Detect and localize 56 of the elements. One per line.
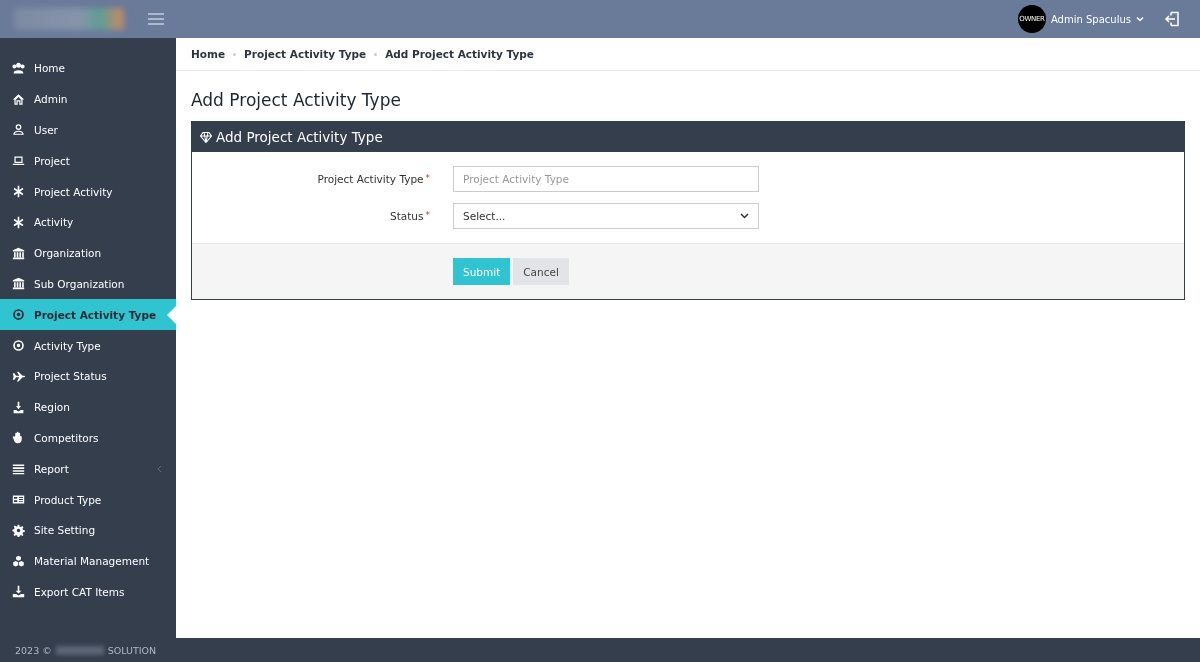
company-text: SOLUTION [107, 644, 157, 656]
sidebar-item[interactable]: Activity Type [0, 330, 176, 361]
field-label: Project Activity Type [317, 173, 424, 185]
sidebar-item[interactable]: Competitors [0, 422, 176, 454]
sidebar-item[interactable]: Admin [0, 83, 176, 115]
target-icon [12, 339, 25, 353]
list-icon [12, 462, 25, 476]
sidebar-item[interactable]: Product Type [0, 484, 176, 515]
laptop-icon [12, 154, 25, 168]
card-icon [12, 493, 25, 507]
sidebar-item[interactable]: Activity [0, 207, 176, 238]
menu-icon[interactable] [148, 13, 164, 25]
input-field[interactable]: Project Activity Type [453, 166, 759, 192]
diamond-icon [200, 131, 212, 143]
sidebar-item[interactable]: Region [0, 391, 176, 423]
sidebar-item[interactable]: Export CAT Items [0, 576, 176, 608]
required-mark: * [425, 173, 430, 185]
cubes-icon [12, 554, 25, 568]
sidebar-item[interactable]: Sub Organization [0, 268, 176, 300]
sidebar-item[interactable]: Material Management [0, 545, 176, 577]
bank-icon [12, 246, 25, 260]
asterisk-icon [12, 215, 25, 229]
sidebar-item[interactable]: Project Activity Type [0, 299, 176, 331]
hand-icon [12, 431, 25, 445]
panel-title: Add Project Activity Type [216, 129, 383, 145]
sidebar-item[interactable]: Site Setting [0, 514, 176, 546]
caret-icon [740, 213, 749, 219]
sidebar-item[interactable]: Project Activity [0, 176, 176, 207]
sidebar-item[interactable]: Project [0, 145, 176, 177]
asterisk-icon [12, 185, 25, 199]
logo[interactable] [14, 8, 124, 30]
target-icon [12, 308, 25, 322]
sidebar-item[interactable]: User [0, 114, 176, 146]
caret-icon [1136, 16, 1144, 22]
bank-icon [12, 277, 25, 291]
breadcrumb-link[interactable]: Add Project Activity Type [385, 48, 534, 60]
sidebar-item[interactable]: Report [0, 453, 176, 485]
plane-icon [12, 369, 25, 383]
breadcrumb-link[interactable]: Project Activity Type [244, 48, 367, 60]
page-title: Add Project Activity Type [191, 90, 402, 110]
download-icon [12, 585, 25, 599]
copyright-text: 2023 © [15, 644, 52, 656]
sidebar-item[interactable]: Project Status [0, 360, 176, 392]
sidebar-item[interactable]: Home [0, 53, 176, 84]
home-icon [12, 92, 25, 106]
settings-icon [12, 523, 25, 537]
status-dropdown[interactable]: Select... [453, 203, 759, 229]
field-label: Status [390, 210, 424, 222]
cancel-button[interactable]: Cancel [513, 258, 569, 285]
redacted-mark [55, 645, 104, 655]
user-icon [12, 123, 25, 137]
required-mark: * [425, 210, 430, 222]
logout-icon[interactable] [1164, 11, 1180, 27]
sidebar-item[interactable]: Organization [0, 237, 176, 269]
breadcrumb-link[interactable]: Home [191, 48, 226, 60]
people-icon [12, 61, 25, 75]
